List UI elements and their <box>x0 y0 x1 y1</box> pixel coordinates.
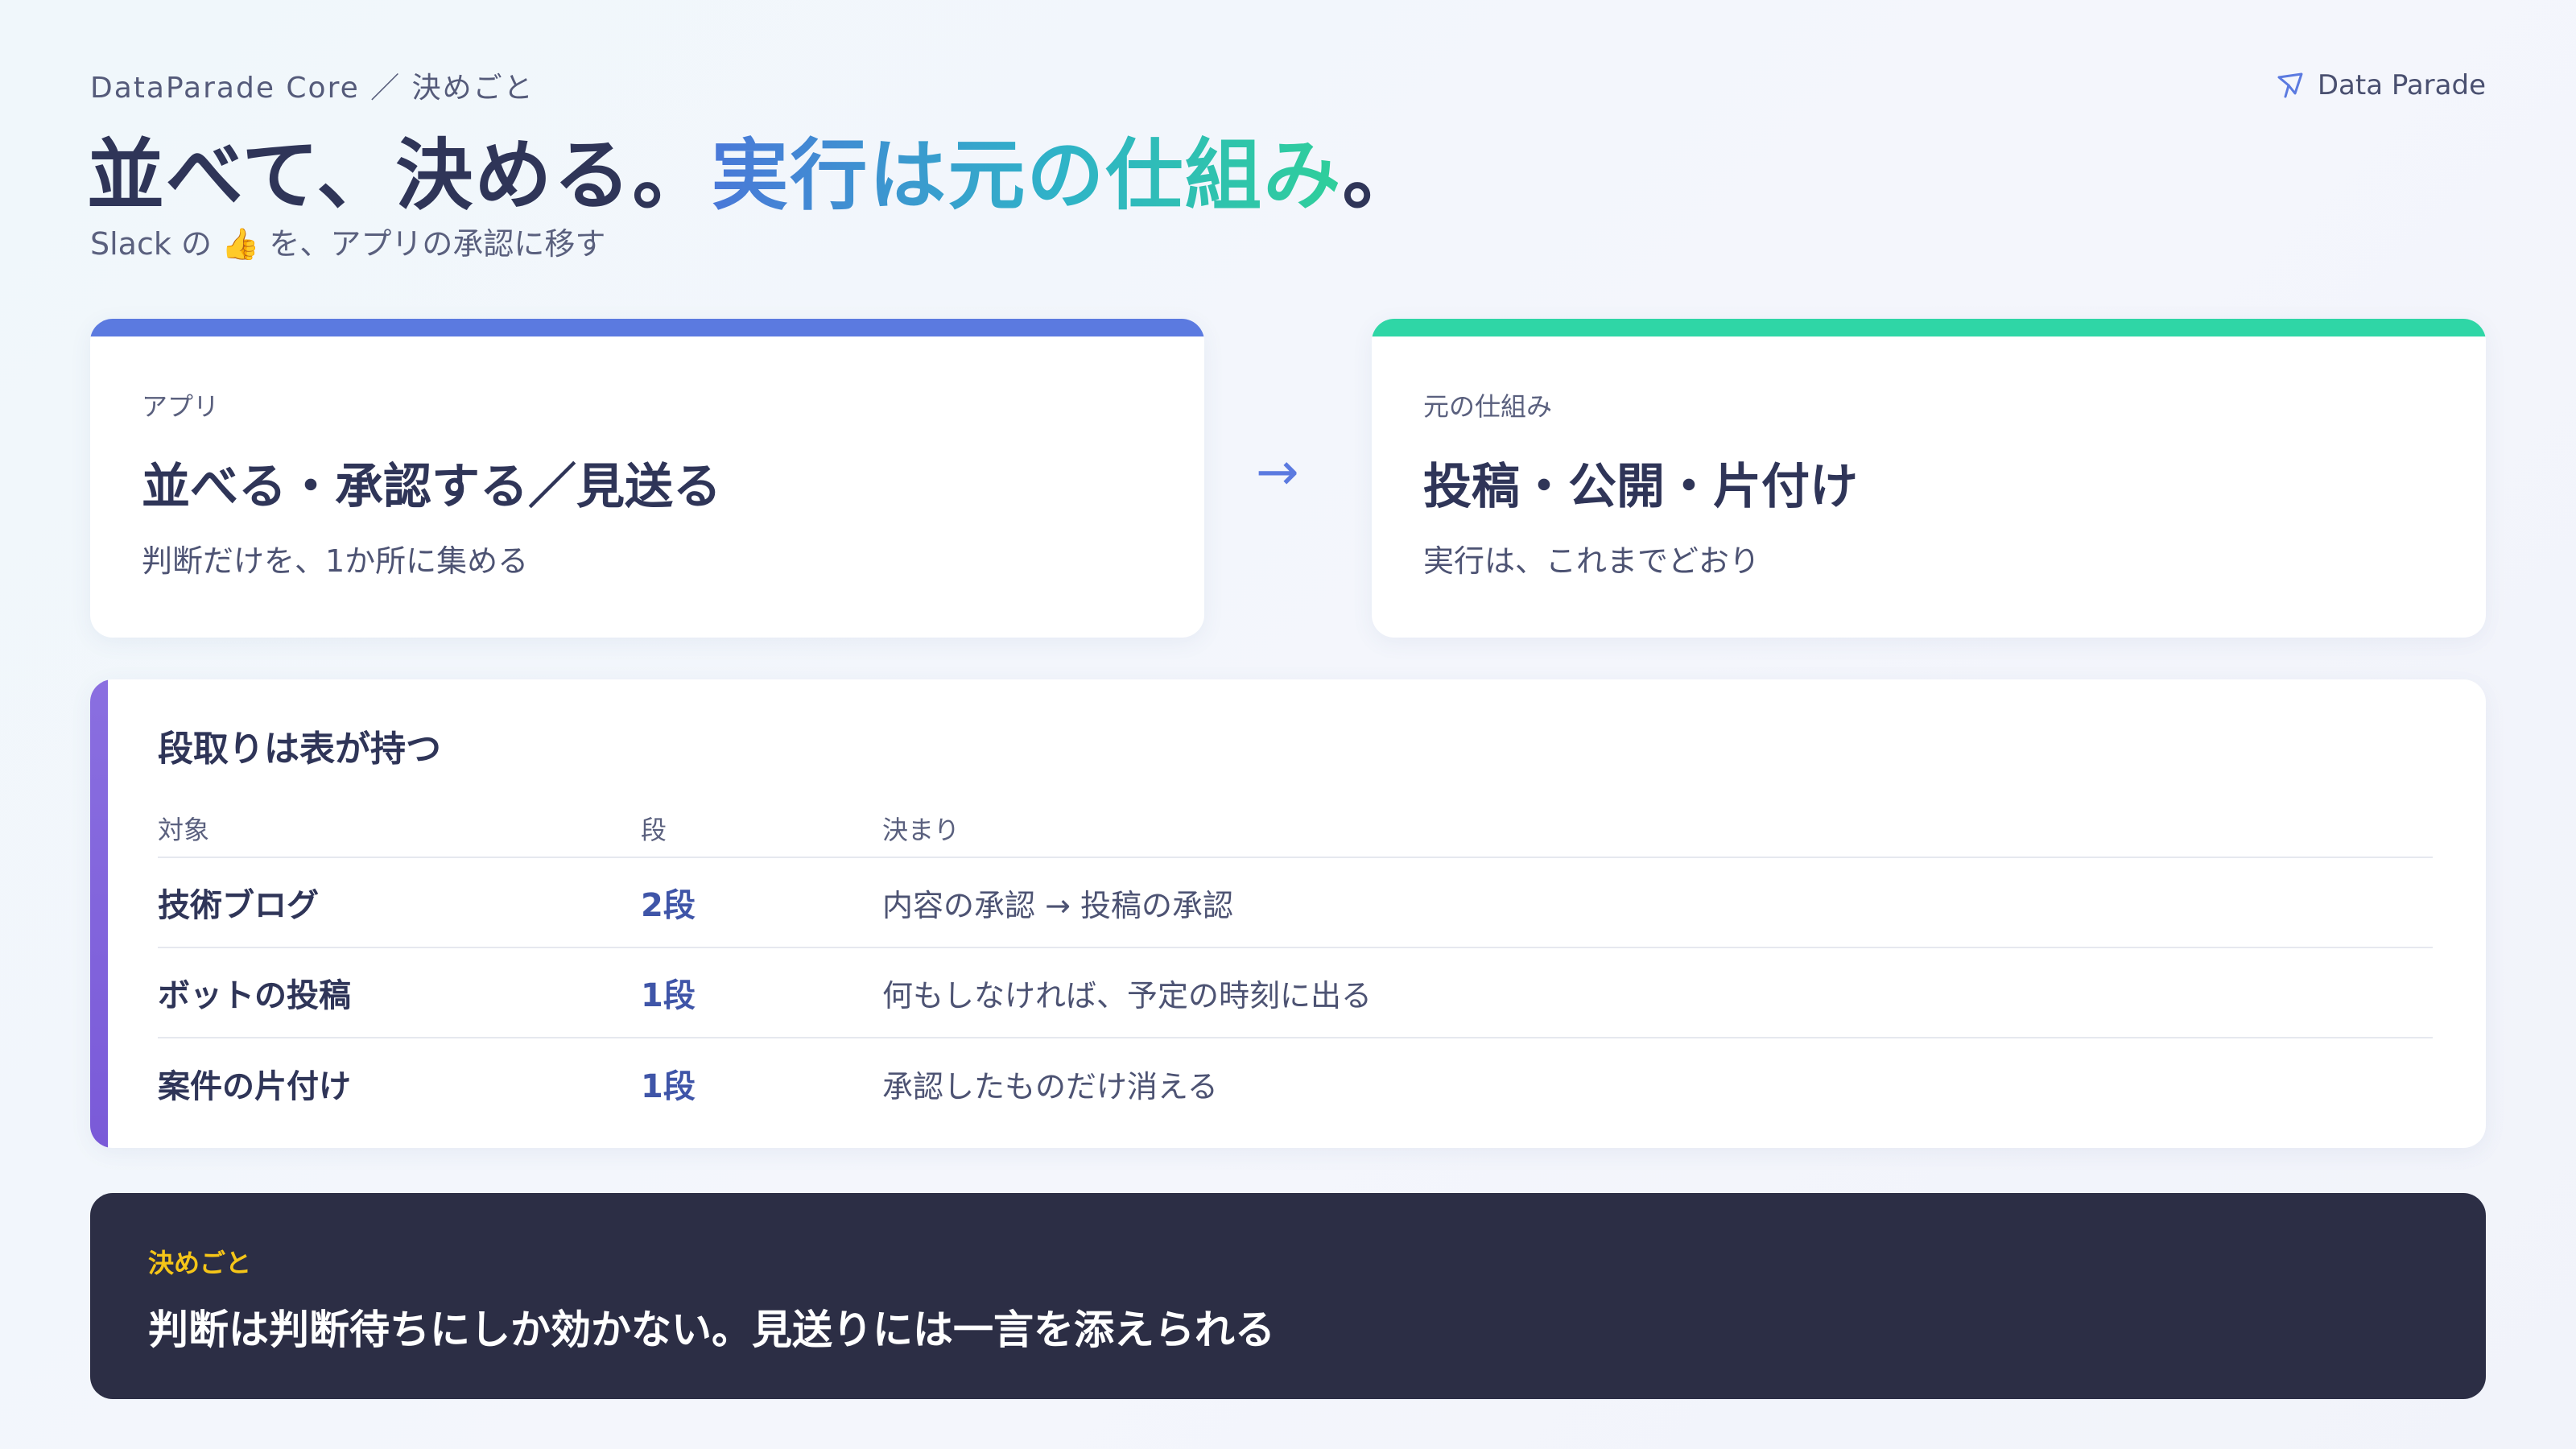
card-app-title: 並べる・承認する／見送る <box>142 459 721 515</box>
row-target: ボットの投稿 <box>158 977 351 1014</box>
flow-arrow-icon: → <box>1256 443 1299 502</box>
row-stage: 1段 <box>641 977 696 1014</box>
table-accent-bar <box>90 679 108 1148</box>
column-header-stage: 段 <box>641 815 667 845</box>
card-original-accent-bar <box>1372 319 2486 336</box>
slide: DataParade Core ／ 決めごと Data Parade 並べて、決… <box>0 0 2576 1449</box>
table-heading: 段取りは表が持つ <box>158 729 441 770</box>
breadcrumb: DataParade Core ／ 決めごと <box>90 72 535 105</box>
page-title: 並べて、決める。実行は元の仕組み。 <box>87 113 1421 225</box>
column-header-target: 対象 <box>158 815 210 845</box>
page-subtitle: Slack の 👍 を、アプリの承認に移す <box>90 226 606 262</box>
headline-dark: 並べて、決める。 <box>87 130 712 221</box>
brand-logo: Data Parade <box>2274 69 2486 101</box>
card-original-system: 元の仕組み 投稿・公開・片付け 実行は、これまでどおり <box>1372 319 2486 638</box>
card-original-title: 投稿・公開・片付け <box>1423 459 1858 515</box>
headline-end: 。 <box>1342 130 1422 221</box>
card-app-eyebrow: アプリ <box>142 391 220 422</box>
decision-banner: 決めごと 判断は判断待ちにしか効かない。見送りには一言を添えられる <box>90 1193 2486 1399</box>
row-stage: 2段 <box>641 887 696 924</box>
table-row: 技術ブログ 2段 内容の承認 → 投稿の承認 <box>158 858 2433 948</box>
card-app: アプリ 並べる・承認する／見送る 判断だけを、1か所に集める <box>90 319 1204 638</box>
headline-accent: 実行は元の仕組み <box>711 130 1343 221</box>
card-original-eyebrow: 元の仕組み <box>1423 391 1553 422</box>
table-header-row: 対象 段 決まり <box>158 800 2433 858</box>
table-row: ボットの投稿 1段 何もしなければ、予定の時刻に出る <box>158 948 2433 1038</box>
table-row: 案件の片付け 1段 承認したものだけ消える <box>158 1038 2433 1129</box>
row-stage: 1段 <box>641 1068 696 1105</box>
card-app-accent-bar <box>90 319 1204 336</box>
column-header-rule: 決まり <box>882 815 960 845</box>
workflow-table: 対象 段 決まり 技術ブログ 2段 内容の承認 → 投稿の承認 ボットの投稿 1… <box>158 800 2433 1129</box>
card-original-desc: 実行は、これまでどおり <box>1423 543 1761 579</box>
decision-tag: 決めごと <box>148 1248 252 1278</box>
brand-name: Data Parade <box>2317 69 2486 101</box>
kite-icon <box>2277 72 2303 98</box>
card-app-desc: 判断だけを、1か所に集める <box>142 543 529 579</box>
row-rule: 承認したものだけ消える <box>882 1068 1218 1104</box>
row-rule: 内容の承認 → 投稿の承認 <box>882 887 1233 923</box>
decision-text: 判断は判断待ちにしか効かない。見送りには一言を添えられる <box>148 1307 1275 1353</box>
row-target: 案件の片付け <box>158 1068 351 1105</box>
row-target: 技術ブログ <box>158 887 319 924</box>
row-rule: 何もしなければ、予定の時刻に出る <box>882 977 1373 1013</box>
workflow-table-card: 段取りは表が持つ 対象 段 決まり 技術ブログ 2段 内容の承認 → 投稿の承認… <box>90 679 2486 1148</box>
